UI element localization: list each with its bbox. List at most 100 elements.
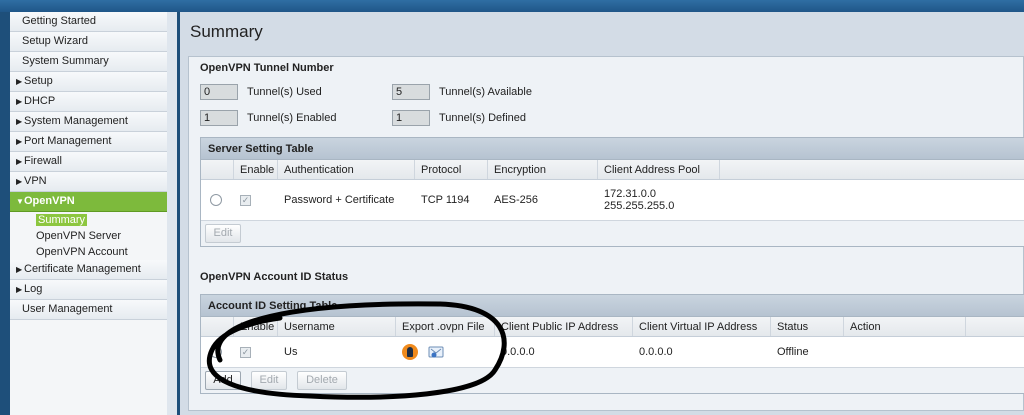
account-table-header: Enable Username Export .ovpn File Client… <box>201 317 1024 337</box>
account-table-title: Account ID Setting Table <box>201 295 1024 317</box>
sidebar-item-label: OpenVPN <box>24 195 75 207</box>
sidebar-item-label: Certificate Management <box>24 263 141 275</box>
tunnels-used-field: 0 <box>200 84 238 100</box>
delete-button[interactable]: Delete <box>297 371 347 390</box>
top-banner <box>0 0 1024 12</box>
tunnels-enabled-field: 1 <box>200 110 238 126</box>
column-header: Username <box>278 317 396 336</box>
expand-arrow-icon: ▶ <box>16 265 23 274</box>
sidebar-item-dhcp[interactable]: ▶ DHCP <box>10 92 176 112</box>
encryption-value: AES-256 <box>494 194 539 206</box>
table-row: ✓ Us 0.0.0.0 0.0.0.0 Offline <box>201 337 1024 367</box>
sidebar-item-log[interactable]: ▶ Log <box>10 280 176 300</box>
expand-arrow-icon: ▶ <box>16 285 23 294</box>
sidebar-item-label: Firewall <box>24 155 62 167</box>
expand-arrow-icon: ▶ <box>16 157 23 166</box>
column-header: Client Public IP Address <box>495 317 633 336</box>
server-table-footer: Edit <box>201 220 1024 246</box>
protocol-value: TCP 1194 <box>421 194 470 206</box>
table-row: ✓ Password + Certificate TCP 1194 AES-25… <box>201 180 1024 220</box>
export-file-icon[interactable] <box>428 346 445 359</box>
tunnels-defined-field: 1 <box>392 110 430 126</box>
expand-arrow-icon: ▶ <box>16 97 23 106</box>
sidebar-subitem-label: OpenVPN Server <box>36 230 121 242</box>
sidebar-item-getting-started[interactable]: Getting Started <box>10 12 176 32</box>
select-column-header <box>201 317 234 336</box>
page-title: Summary <box>190 22 263 41</box>
server-table-title: Server Setting Table <box>201 138 1024 160</box>
sidebar-item-port-management[interactable]: ▶ Port Management <box>10 132 176 152</box>
client-address-pool-value: 172.31.0.0 255.255.255.0 <box>598 180 748 220</box>
sidebar-item-label: User Management <box>22 303 113 315</box>
expand-arrow-icon: ▶ <box>16 117 23 126</box>
username-value: Us <box>284 346 298 358</box>
sidebar-item-label: DHCP <box>24 95 56 107</box>
sidebar-item-vpn[interactable]: ▶ VPN <box>10 172 176 192</box>
select-column-header <box>201 160 234 179</box>
account-table-footer: Add Edit Delete <box>201 367 1024 393</box>
column-header: Client Address Pool <box>598 160 720 179</box>
authentication-value: Password + Certificate <box>284 194 395 206</box>
sidebar-nav: Getting Started Setup Wizard System Summ… <box>10 12 177 415</box>
enable-checkbox: ✓ <box>240 194 251 206</box>
status-value: Offline <box>777 346 809 358</box>
pool-mask: 255.255.255.0 <box>604 200 675 212</box>
collapse-arrow-icon: ▼ <box>16 197 24 206</box>
sidebar-item-system-summary[interactable]: System Summary <box>10 52 176 72</box>
column-header: Action <box>844 317 966 336</box>
column-header: Export .ovpn File <box>396 317 495 336</box>
column-header: Authentication <box>278 160 415 179</box>
column-header: Enable <box>234 160 278 179</box>
edit-button[interactable]: Edit <box>251 371 287 390</box>
tunnels-available-field: 5 <box>392 84 430 100</box>
expand-arrow-icon: ▶ <box>16 137 23 146</box>
sidebar-item-label: Setup Wizard <box>22 35 89 47</box>
column-header: Status <box>771 317 844 336</box>
server-table-header: Enable Authentication Protocol Encryptio… <box>201 160 1024 180</box>
sidebar-item-label: System Summary <box>22 55 109 67</box>
sidebar-item-label: VPN <box>24 175 47 187</box>
sidebar-item-label: Port Management <box>24 135 112 147</box>
add-button[interactable]: Add <box>205 371 241 390</box>
sidebar-item-system-management[interactable]: ▶ System Management <box>10 112 176 132</box>
sidebar-item-certificate-management[interactable]: ▶ Certificate Management <box>10 260 176 280</box>
sidebar-item-openvpn[interactable]: ▼OpenVPN <box>10 192 176 212</box>
row-select-radio[interactable] <box>210 194 222 206</box>
sidebar-item-label: System Management <box>24 115 128 127</box>
sidebar-item-firewall[interactable]: ▶ Firewall <box>10 152 176 172</box>
sidebar-item-label: Getting Started <box>22 15 96 27</box>
pool-address: 172.31.0.0 <box>604 188 656 200</box>
column-header: Enable <box>234 317 278 336</box>
content-area: OpenVPN Tunnel Number 0 Tunnel(s) Used 5… <box>188 56 1024 411</box>
tunnel-section-title: OpenVPN Tunnel Number <box>200 62 334 74</box>
row-select-radio[interactable] <box>210 346 222 358</box>
client-public-ip-value: 0.0.0.0 <box>501 346 535 358</box>
main-panel: Summary OpenVPN Tunnel Number 0 Tunnel(s… <box>180 12 1024 415</box>
sidebar-subitem-summary[interactable]: Summary <box>10 212 176 228</box>
sidebar-subitem-openvpn-server[interactable]: OpenVPN Server <box>10 228 176 244</box>
export-ovpn-cell <box>396 337 495 367</box>
expand-arrow-icon: ▶ <box>16 177 23 186</box>
sidebar-item-user-management[interactable]: User Management <box>10 300 176 320</box>
tunnels-available-label: Tunnel(s) Available <box>439 86 532 98</box>
openvpn-logo-icon[interactable] <box>402 344 418 360</box>
sidebar-item-label: Log <box>24 283 43 295</box>
edit-button[interactable]: Edit <box>205 224 241 243</box>
sidebar-item-setup-wizard[interactable]: Setup Wizard <box>10 32 176 52</box>
sidebar-subitem-label: Summary <box>36 214 88 226</box>
tunnels-enabled-label: Tunnel(s) Enabled <box>247 112 337 124</box>
sidebar-item-label: Setup <box>24 75 53 87</box>
enable-checkbox: ✓ <box>240 346 251 358</box>
sidebar-subitem-label: OpenVPN Account <box>36 246 128 258</box>
account-section-title: OpenVPN Account ID Status <box>200 271 349 283</box>
sidebar-item-setup[interactable]: ▶ Setup <box>10 72 176 92</box>
sidebar-subitem-openvpn-account[interactable]: OpenVPN Account <box>10 244 176 260</box>
column-header: Protocol <box>415 160 488 179</box>
tunnels-used-label: Tunnel(s) Used <box>247 86 322 98</box>
column-header: Client Virtual IP Address <box>633 317 771 336</box>
action-cell <box>844 337 966 367</box>
sidebar-resize-handle[interactable] <box>167 12 177 415</box>
column-header: Encryption <box>488 160 598 179</box>
expand-arrow-icon: ▶ <box>16 77 23 86</box>
client-virtual-ip-value: 0.0.0.0 <box>639 346 673 358</box>
